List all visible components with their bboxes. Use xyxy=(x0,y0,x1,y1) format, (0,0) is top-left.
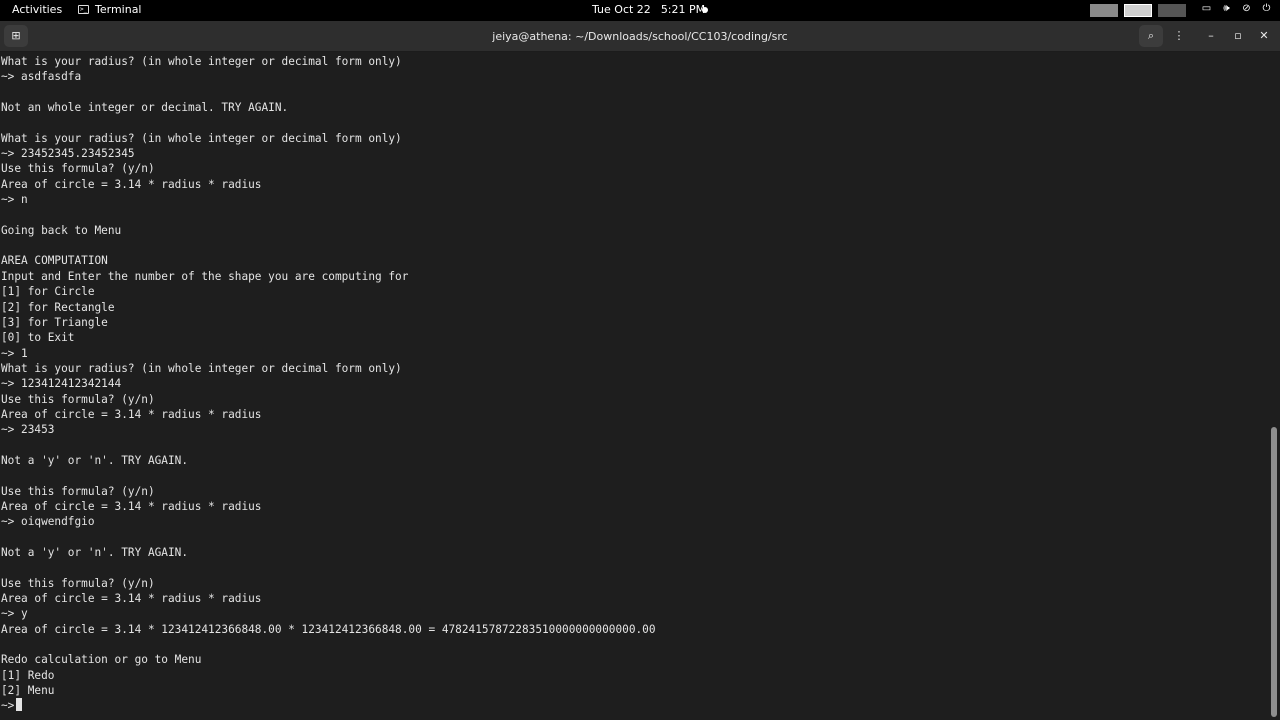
volume-icon: 🕪 xyxy=(1223,3,1230,14)
workspace-2[interactable] xyxy=(1124,4,1152,17)
terminal-line: Input and Enter the number of the shape … xyxy=(1,269,409,283)
search-icon: ⌕ xyxy=(1147,29,1155,42)
terminal-line: AREA COMPUTATION xyxy=(1,254,108,268)
terminal-line: [0] to Exit xyxy=(1,331,75,345)
terminal-output[interactable]: What is your radius? (in whole integer o… xyxy=(0,52,1268,720)
terminal-scrollbar[interactable] xyxy=(1268,52,1280,720)
terminal-line: ~> n xyxy=(1,193,28,207)
terminal-line: Use this formula? (y/n) xyxy=(1,576,155,590)
terminal-line: ~> 23453 xyxy=(1,423,55,437)
mic-muted-icon: ⊘ xyxy=(1242,3,1251,14)
terminal-line: [2] for Rectangle xyxy=(1,300,115,314)
terminal-text: What is your radius? (in whole integer o… xyxy=(1,54,656,714)
terminal-line: What is your radius? (in whole integer o… xyxy=(1,361,402,375)
terminal-headerbar: ⊞ jeiya@athena: ~/Downloads/school/CC103… xyxy=(0,21,1280,52)
terminal-line: Area of circle = 3.14 * radius * radius xyxy=(1,592,262,606)
clock-time: 5:21 PM xyxy=(660,3,706,16)
terminal-prompt: ~> xyxy=(1,699,15,713)
terminal-line: Going back to Menu xyxy=(1,223,122,237)
new-tab-button[interactable]: ⊞ xyxy=(4,25,28,47)
terminal-line: ~> 23452345.23452345 xyxy=(1,147,135,161)
terminal-line: Not an whole integer or decimal. TRY AGA… xyxy=(1,101,289,115)
terminal-line: Area of circle = 3.14 * radius * radius xyxy=(1,177,262,191)
terminal-line: What is your radius? (in whole integer o… xyxy=(1,131,402,145)
workspace-1[interactable] xyxy=(1090,4,1118,17)
close-icon: ✕ xyxy=(1259,29,1269,42)
terminal-line: Area of circle = 3.14 * radius * radius xyxy=(1,499,262,513)
screen-icon: ▭ xyxy=(1201,3,1212,14)
clock[interactable]: Tue Oct 22 5:21 PM xyxy=(592,3,705,16)
terminal-line: Use this formula? (y/n) xyxy=(1,484,155,498)
maximize-icon: ▫ xyxy=(1234,29,1242,42)
terminal-line: Use this formula? (y/n) xyxy=(1,162,155,176)
minimize-icon: – xyxy=(1208,29,1214,42)
terminal-line: [3] for Triangle xyxy=(1,315,108,329)
minimize-button[interactable]: – xyxy=(1199,25,1223,47)
terminal-line: [2] Menu xyxy=(1,684,55,698)
app-menu-label: Terminal xyxy=(95,3,142,16)
app-menu[interactable]: >_ Terminal xyxy=(78,3,142,16)
terminal-line: Redo calculation or go to Menu xyxy=(1,653,202,667)
terminal-line: Not a 'y' or 'n'. TRY AGAIN. xyxy=(1,453,189,467)
new-tab-icon: ⊞ xyxy=(11,29,21,42)
terminal-line: ~> y xyxy=(1,607,28,621)
maximize-button[interactable]: ▫ xyxy=(1226,25,1250,47)
window-title: jeiya@athena: ~/Downloads/school/CC103/c… xyxy=(492,30,788,43)
system-tray[interactable]: ▭ 🕪 ⊘ ⏻ xyxy=(1200,3,1273,14)
terminal-line: [1] Redo xyxy=(1,668,55,682)
close-button[interactable]: ✕ xyxy=(1252,25,1276,47)
clock-date: Tue Oct 22 xyxy=(592,3,651,16)
terminal-line: ~> asdfasdfa xyxy=(1,70,82,84)
terminal-line: ~> 123412412342144 xyxy=(1,377,122,391)
notification-dot-icon xyxy=(702,7,708,13)
terminal-line: What is your radius? (in whole integer o… xyxy=(1,55,402,68)
text-cursor xyxy=(16,698,23,712)
power-icon: ⏻ xyxy=(1262,3,1271,14)
terminal-prompt-line[interactable]: ~> xyxy=(1,698,656,713)
menu-button[interactable]: ⋮ xyxy=(1167,25,1191,47)
terminal-line: ~> oiqwendfgio xyxy=(1,515,95,529)
workspace-3[interactable] xyxy=(1158,4,1186,17)
top-bar: Activities >_ Terminal Tue Oct 22 5:21 P… xyxy=(0,0,1280,21)
terminal-line: [1] for Circle xyxy=(1,285,95,299)
terminal-line: ~> 1 xyxy=(1,346,28,360)
activities-button[interactable]: Activities xyxy=(12,3,62,16)
kebab-menu-icon: ⋮ xyxy=(1173,29,1185,42)
scrollbar-thumb[interactable] xyxy=(1271,427,1277,717)
terminal-line: Use this formula? (y/n) xyxy=(1,392,155,406)
terminal-line: Not a 'y' or 'n'. TRY AGAIN. xyxy=(1,546,189,559)
terminal-line: Area of circle = 3.14 * radius * radius xyxy=(1,407,262,421)
search-button[interactable]: ⌕ xyxy=(1139,25,1163,47)
workspace-indicator[interactable] xyxy=(1090,4,1186,17)
terminal-line: Area of circle = 3.14 * 123412412366848.… xyxy=(1,622,656,636)
terminal-app-icon: >_ xyxy=(78,5,89,14)
